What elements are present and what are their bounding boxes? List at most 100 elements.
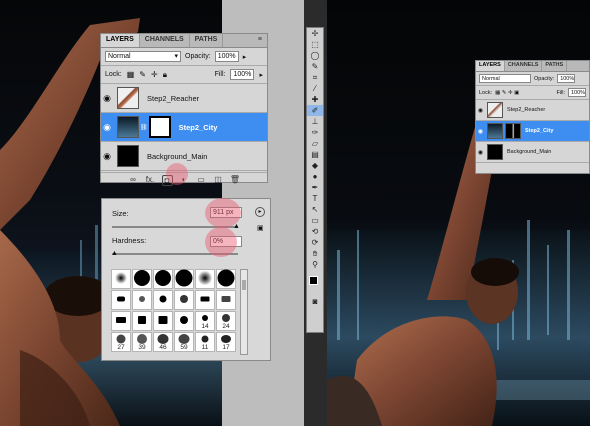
brush-preset[interactable] (153, 269, 173, 289)
link-layers-icon[interactable]: ∞ (128, 175, 139, 186)
tab-paths[interactable]: PATHS (542, 61, 568, 71)
brush-preset[interactable] (132, 269, 152, 289)
brush-preset[interactable]: 17 (216, 332, 236, 352)
hand-tool-icon[interactable]: ✋︎ (307, 248, 323, 259)
brush-preset[interactable]: 39 (132, 332, 152, 352)
brush-preset[interactable] (195, 290, 215, 310)
dodge-tool-icon[interactable]: ● (307, 171, 323, 182)
brush-preset[interactable] (216, 269, 236, 289)
brush-preset-panel: Size: 911 px ▸ ▲ ▣ Hardness: 0% ▲ 14 24 … (101, 198, 271, 361)
opacity-field[interactable]: 100% (214, 51, 239, 62)
visibility-eye-icon[interactable]: ◉ (476, 149, 485, 156)
3d-rotate-tool-icon[interactable]: ⟲ (307, 226, 323, 237)
hardness-slider-handle[interactable]: ▲ (111, 250, 118, 257)
eraser-tool-icon[interactable]: ▱ (307, 138, 323, 149)
panel-options-arrow-icon[interactable]: ▸ (255, 207, 265, 217)
brush-preset[interactable] (132, 290, 152, 310)
blur-tool-icon[interactable]: ◆ (307, 160, 323, 171)
visibility-eye-icon[interactable]: ◉ (101, 93, 113, 104)
lock-image-icon[interactable]: ✎ (139, 70, 146, 79)
layer-mask-thumbnail[interactable] (505, 123, 521, 139)
lock-transparency-icon[interactable]: ▦ (127, 70, 135, 79)
lasso-tool-icon[interactable]: ◯ (307, 50, 323, 61)
shape-tool-icon[interactable]: ▭ (307, 215, 323, 226)
brush-preset[interactable] (216, 290, 236, 310)
layer-row-background-main[interactable]: ◉ Background_Main (476, 142, 589, 163)
lock-position-icon[interactable]: ✛ (151, 70, 158, 79)
brush-preset[interactable]: 46 (153, 332, 173, 352)
foreground-color-swatch[interactable] (309, 276, 318, 285)
layer-row-step2-city[interactable]: ◉ Step2_City (476, 121, 589, 142)
quick-mask-icon[interactable]: ◙ (307, 296, 323, 307)
lock-icons[interactable]: ▦ ✎ ✛ ▣ (495, 90, 519, 96)
layer-row-step2-reacher[interactable]: ◉ Step2_Reacher (476, 100, 589, 121)
quick-select-tool-icon[interactable]: ✎ (307, 61, 323, 72)
brush-tool-icon[interactable]: ✐ (307, 105, 323, 116)
foreground-background-colors[interactable] (307, 274, 323, 296)
history-brush-tool-icon[interactable]: ✑ (307, 127, 323, 138)
brush-preset[interactable] (174, 269, 194, 289)
lock-all-icon[interactable]: 🔒︎ (163, 70, 167, 80)
brush-preset[interactable]: 11 (195, 332, 215, 352)
opacity-field[interactable]: 100% (557, 74, 576, 83)
save-brush-icon[interactable]: ▣ (257, 224, 264, 232)
3d-orbit-tool-icon[interactable]: ⟳ (307, 237, 323, 248)
brush-preset[interactable] (174, 290, 194, 310)
brush-grid-scrollbar[interactable] (240, 269, 248, 355)
brush-preset[interactable]: 27 (111, 332, 131, 352)
clone-stamp-tool-icon[interactable]: ⊥ (307, 116, 323, 127)
opacity-label: Opacity: (534, 75, 555, 82)
fill-field[interactable]: 100% (230, 69, 255, 80)
panel-menu-icon[interactable]: ≡ (253, 34, 267, 47)
tab-paths[interactable]: PATHS (190, 34, 224, 47)
trash-icon[interactable]: 🗑︎ (230, 175, 241, 186)
chevron-right-icon[interactable]: ▸ (243, 53, 247, 61)
layer-mask-thumbnail[interactable] (148, 116, 171, 138)
link-chain-icon: ⛓ (140, 124, 148, 131)
marquee-tool-icon[interactable]: ⬚ (307, 39, 323, 50)
brush-grid: 14 24 27 39 46 59 11 17 (111, 269, 236, 352)
brush-preset[interactable] (174, 311, 194, 331)
layer-row-step2-city[interactable]: ◉ ⛓ Step2_City (101, 113, 267, 142)
chevron-down-icon: ▾ (174, 53, 178, 60)
new-group-icon[interactable]: ▭ (196, 175, 207, 186)
brush-preset[interactable]: 24 (216, 311, 236, 331)
blend-mode-value: Normal (108, 53, 131, 60)
path-select-tool-icon[interactable]: ↖ (307, 204, 323, 215)
brush-preset[interactable]: 59 (174, 332, 194, 352)
brush-preset[interactable] (111, 290, 131, 310)
brush-preset[interactable] (111, 311, 131, 331)
brush-preset[interactable] (153, 311, 173, 331)
tab-channels[interactable]: CHANNELS (505, 61, 543, 71)
brush-preset[interactable] (132, 311, 152, 331)
type-tool-icon[interactable]: T (307, 193, 323, 204)
tab-channels[interactable]: CHANNELS (140, 34, 190, 47)
brush-size-label: 17 (222, 344, 230, 351)
chevron-right-icon[interactable]: ▸ (259, 71, 263, 79)
brush-preset[interactable] (111, 269, 131, 289)
healing-tool-icon[interactable]: ✚ (307, 94, 323, 105)
layer-name: Step2_Reacher (147, 93, 200, 103)
scrollbar-thumb[interactable] (242, 280, 246, 290)
brush-preset[interactable] (195, 269, 215, 289)
fx-icon[interactable]: fx. (145, 175, 156, 186)
tab-layers[interactable]: LAYERS (101, 34, 140, 47)
brush-preset[interactable]: 14 (195, 311, 215, 331)
blend-mode-select[interactable]: Normal (479, 74, 531, 83)
tab-layers[interactable]: LAYERS (476, 61, 505, 71)
blend-mode-select[interactable]: Normal ▾ (105, 51, 181, 62)
brush-preset[interactable] (153, 290, 173, 310)
zoom-tool-icon[interactable]: ⚲ (307, 259, 323, 270)
pen-tool-icon[interactable]: ✒ (307, 182, 323, 193)
move-tool-icon[interactable]: ✢ (307, 28, 323, 39)
visibility-eye-icon[interactable]: ◉ (476, 128, 485, 135)
visibility-eye-icon[interactable]: ◉ (101, 122, 113, 133)
visibility-eye-icon[interactable]: ◉ (101, 151, 113, 162)
eyedropper-tool-icon[interactable]: ⁄ (307, 83, 323, 94)
fill-field[interactable]: 100% (568, 88, 586, 97)
new-layer-icon[interactable]: ◫ (213, 175, 224, 186)
crop-tool-icon[interactable]: ⌗ (307, 72, 323, 83)
layer-row-step2-reacher[interactable]: ◉ Step2_Reacher (101, 84, 267, 113)
gradient-tool-icon[interactable]: ▤ (307, 149, 323, 160)
visibility-eye-icon[interactable]: ◉ (476, 107, 485, 114)
